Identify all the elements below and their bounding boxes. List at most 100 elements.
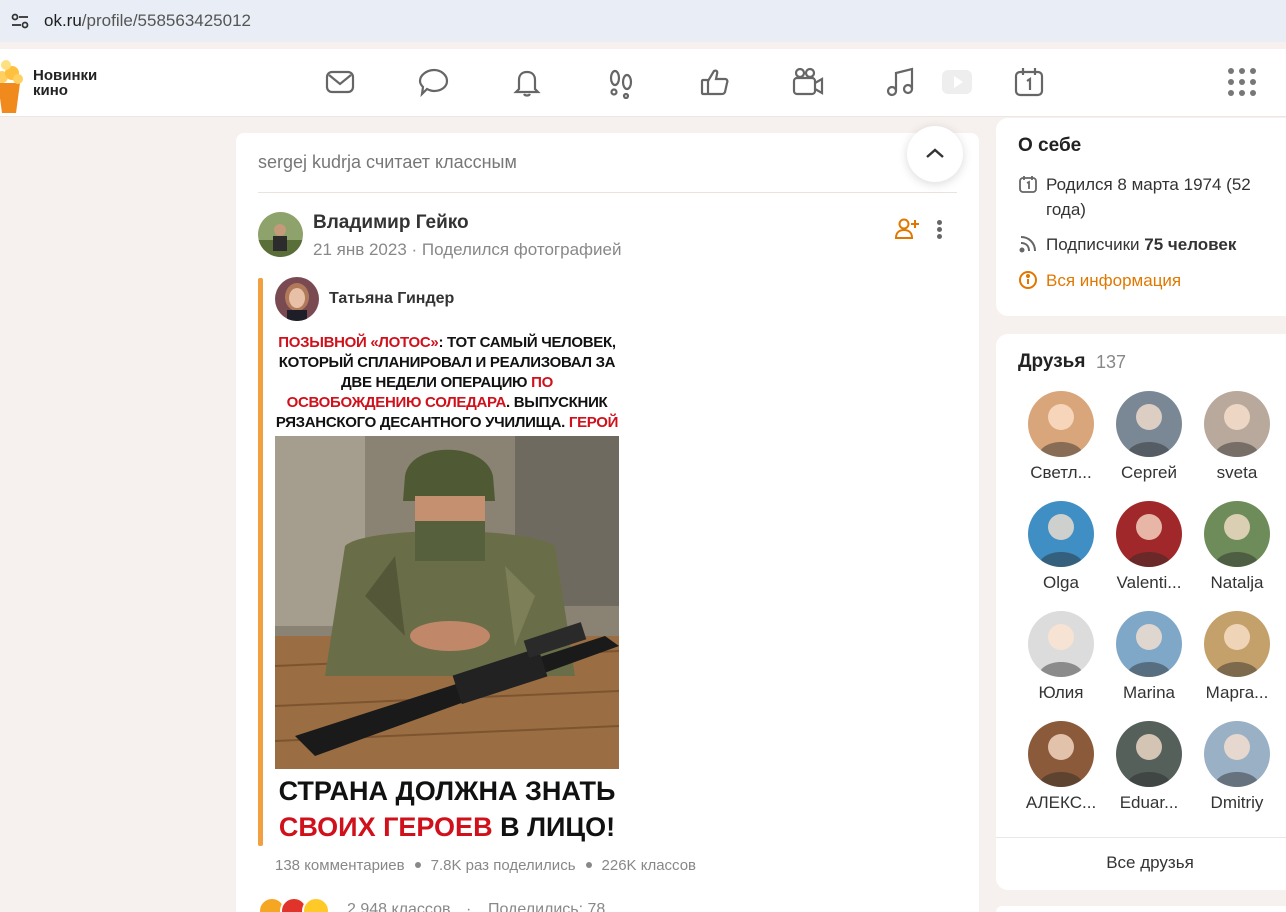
post-action: Поделился фотографией: [421, 240, 622, 259]
all-info-link[interactable]: Вся информация: [1018, 268, 1278, 294]
friend-name[interactable]: sveta: [1193, 463, 1281, 483]
friend-avatar[interactable]: [1116, 611, 1182, 677]
friend-avatar[interactable]: [1204, 721, 1270, 787]
calendar-icon: [1019, 176, 1037, 193]
footprints-icon[interactable]: [604, 65, 638, 100]
calendar-icon[interactable]: [1012, 65, 1046, 99]
brand-promo[interactable]: Новинки кино: [0, 49, 120, 117]
caption-line1: СТРАНА ДОЛЖНА ЗНАТЬ: [278, 776, 616, 806]
friend-name[interactable]: АЛЕКС...: [1017, 793, 1105, 813]
all-friends-button[interactable]: Все друзья: [996, 853, 1286, 873]
post-image-caption: СТРАНА ДОЛЖНА ЗНАТЬ СВОИХ ГЕРОЕВ В ЛИЦО!: [275, 773, 619, 845]
friend-item[interactable]: Marina: [1105, 611, 1193, 711]
friend-item[interactable]: Dmitriy: [1193, 721, 1281, 821]
more-options-icon[interactable]: [934, 215, 944, 241]
post-image-headline: ПОЗЫВНОЙ «ЛОТОС»: ТОТ САМЫЙ ЧЕЛОВЕК, КОТ…: [275, 333, 619, 453]
comments-count[interactable]: 138 комментариев: [275, 857, 405, 874]
reactions-count[interactable]: 2 948 классов: [347, 901, 450, 912]
friend-avatar[interactable]: [1028, 391, 1094, 457]
headline-callsign: ПОЗЫВНОЙ «ЛОТОС»: [278, 334, 439, 351]
friends-count: 137: [1096, 352, 1127, 372]
friends-title[interactable]: Друзья: [1018, 351, 1085, 373]
friend-name[interactable]: Valenti...: [1105, 573, 1193, 593]
repost-author-avatar[interactable]: [275, 277, 319, 321]
friend-item[interactable]: Valenti...: [1105, 501, 1193, 601]
soldier-photo: [275, 436, 619, 769]
friend-item[interactable]: sveta: [1193, 391, 1281, 491]
post-meta: 21 янв 2023 · Поделился фотографией: [313, 240, 622, 259]
shares-count[interactable]: 7.8K раз поделились: [431, 857, 576, 874]
caption-face: В ЛИЦО!: [492, 812, 616, 842]
friend-name[interactable]: Eduar...: [1105, 793, 1193, 813]
friend-name[interactable]: Марга...: [1193, 683, 1281, 703]
friend-item[interactable]: Марга...: [1193, 611, 1281, 711]
next-panel-edge: [996, 906, 1286, 912]
friend-name[interactable]: Dmitriy: [1193, 793, 1281, 813]
author-avatar[interactable]: [258, 212, 303, 257]
friends-panel: Друзья 137 Светл... Сергей sveta Olga Valent…: [996, 334, 1286, 890]
friend-avatar[interactable]: [1116, 501, 1182, 567]
friend-item[interactable]: Юлия: [1017, 611, 1105, 711]
play-icon[interactable]: [940, 65, 974, 99]
friend-name[interactable]: Юлия: [1017, 683, 1105, 703]
friend-avatar[interactable]: [1204, 391, 1270, 457]
about-title: О себе: [1018, 135, 1082, 156]
classes-count[interactable]: 226K классов: [602, 857, 697, 874]
friend-item[interactable]: Eduar...: [1105, 721, 1193, 821]
liked-by-header[interactable]: sergej kudrja считает классным: [258, 152, 517, 173]
repost-accent-bar: [258, 278, 263, 846]
url-field[interactable]: ok.ru/profile/558563425012: [44, 11, 251, 31]
add-friend-icon[interactable]: [894, 215, 920, 241]
scroll-up-button[interactable]: [907, 126, 963, 182]
rss-icon: [1019, 236, 1036, 253]
url-path: /profile/558563425012: [81, 11, 251, 30]
friend-avatar[interactable]: [1028, 611, 1094, 677]
video-camera-icon[interactable]: [791, 65, 825, 99]
subscribers-label: Подписчики: [1046, 235, 1145, 254]
friend-item[interactable]: Olga: [1017, 501, 1105, 601]
friend-name[interactable]: Olga: [1017, 573, 1105, 593]
friend-name[interactable]: Светл...: [1017, 463, 1105, 483]
caption-heroes: СВОИХ ГЕРОЕВ: [278, 812, 493, 842]
post-image[interactable]: ПОЗЫВНОЙ «ЛОТОС»: ТОТ САМЫЙ ЧЕЛОВЕК, КОТ…: [275, 328, 619, 842]
friend-avatar[interactable]: [1116, 391, 1182, 457]
subscribers-info[interactable]: Подписчики 75 человек: [1018, 232, 1278, 258]
friend-avatar[interactable]: [1204, 611, 1270, 677]
brand-label-line2: кино: [33, 82, 68, 99]
friend-item[interactable]: Светл...: [1017, 391, 1105, 491]
repost-stats: 138 комментариев 7.8K раз поделились 226K …: [275, 857, 696, 874]
repost-author-name[interactable]: Татьяна Гиндер: [329, 290, 454, 308]
top-navigation: Новинки кино: [0, 49, 1286, 117]
popcorn-icon: [0, 60, 23, 113]
thumbs-up-icon[interactable]: [698, 65, 732, 99]
site-settings-icon[interactable]: [8, 9, 32, 33]
friend-avatar[interactable]: [1028, 721, 1094, 787]
about-panel: О себе Родился 8 марта 1974 (52 года) По…: [996, 118, 1286, 316]
friend-item[interactable]: Natalja: [1193, 501, 1281, 601]
friend-name[interactable]: Natalja: [1193, 573, 1281, 593]
url-domain: ok.ru: [44, 11, 82, 30]
chevron-up-icon: [926, 148, 944, 158]
birth-info: Родился 8 марта 1974 (52 года): [1018, 172, 1278, 224]
author-name[interactable]: Владимир Гейко: [313, 212, 469, 234]
feed-post-card: sergej kudrja считает классным Владимир …: [236, 133, 979, 912]
shares-total[interactable]: Поделились: 78: [488, 901, 605, 912]
mail-icon[interactable]: [323, 65, 357, 99]
info-icon: [1019, 271, 1037, 289]
friend-item[interactable]: АЛЕКС...: [1017, 721, 1105, 821]
music-note-icon[interactable]: [884, 65, 918, 99]
divider: [258, 192, 957, 193]
friend-name[interactable]: Marina: [1105, 683, 1193, 703]
friend-avatar[interactable]: [1028, 501, 1094, 567]
friend-avatar[interactable]: [1204, 501, 1270, 567]
post-date[interactable]: 21 янв 2023: [313, 240, 407, 259]
subscribers-value: 75 человек: [1144, 235, 1237, 254]
apps-grid-icon[interactable]: [1228, 68, 1258, 98]
friend-avatar[interactable]: [1116, 721, 1182, 787]
browser-address-bar: ok.ru/profile/558563425012: [0, 0, 1286, 42]
friend-item[interactable]: Сергей: [1105, 391, 1193, 491]
friend-name[interactable]: Сергей: [1105, 463, 1193, 483]
chat-icon[interactable]: [417, 65, 451, 99]
divider: [996, 837, 1286, 838]
bell-icon[interactable]: [510, 65, 544, 99]
